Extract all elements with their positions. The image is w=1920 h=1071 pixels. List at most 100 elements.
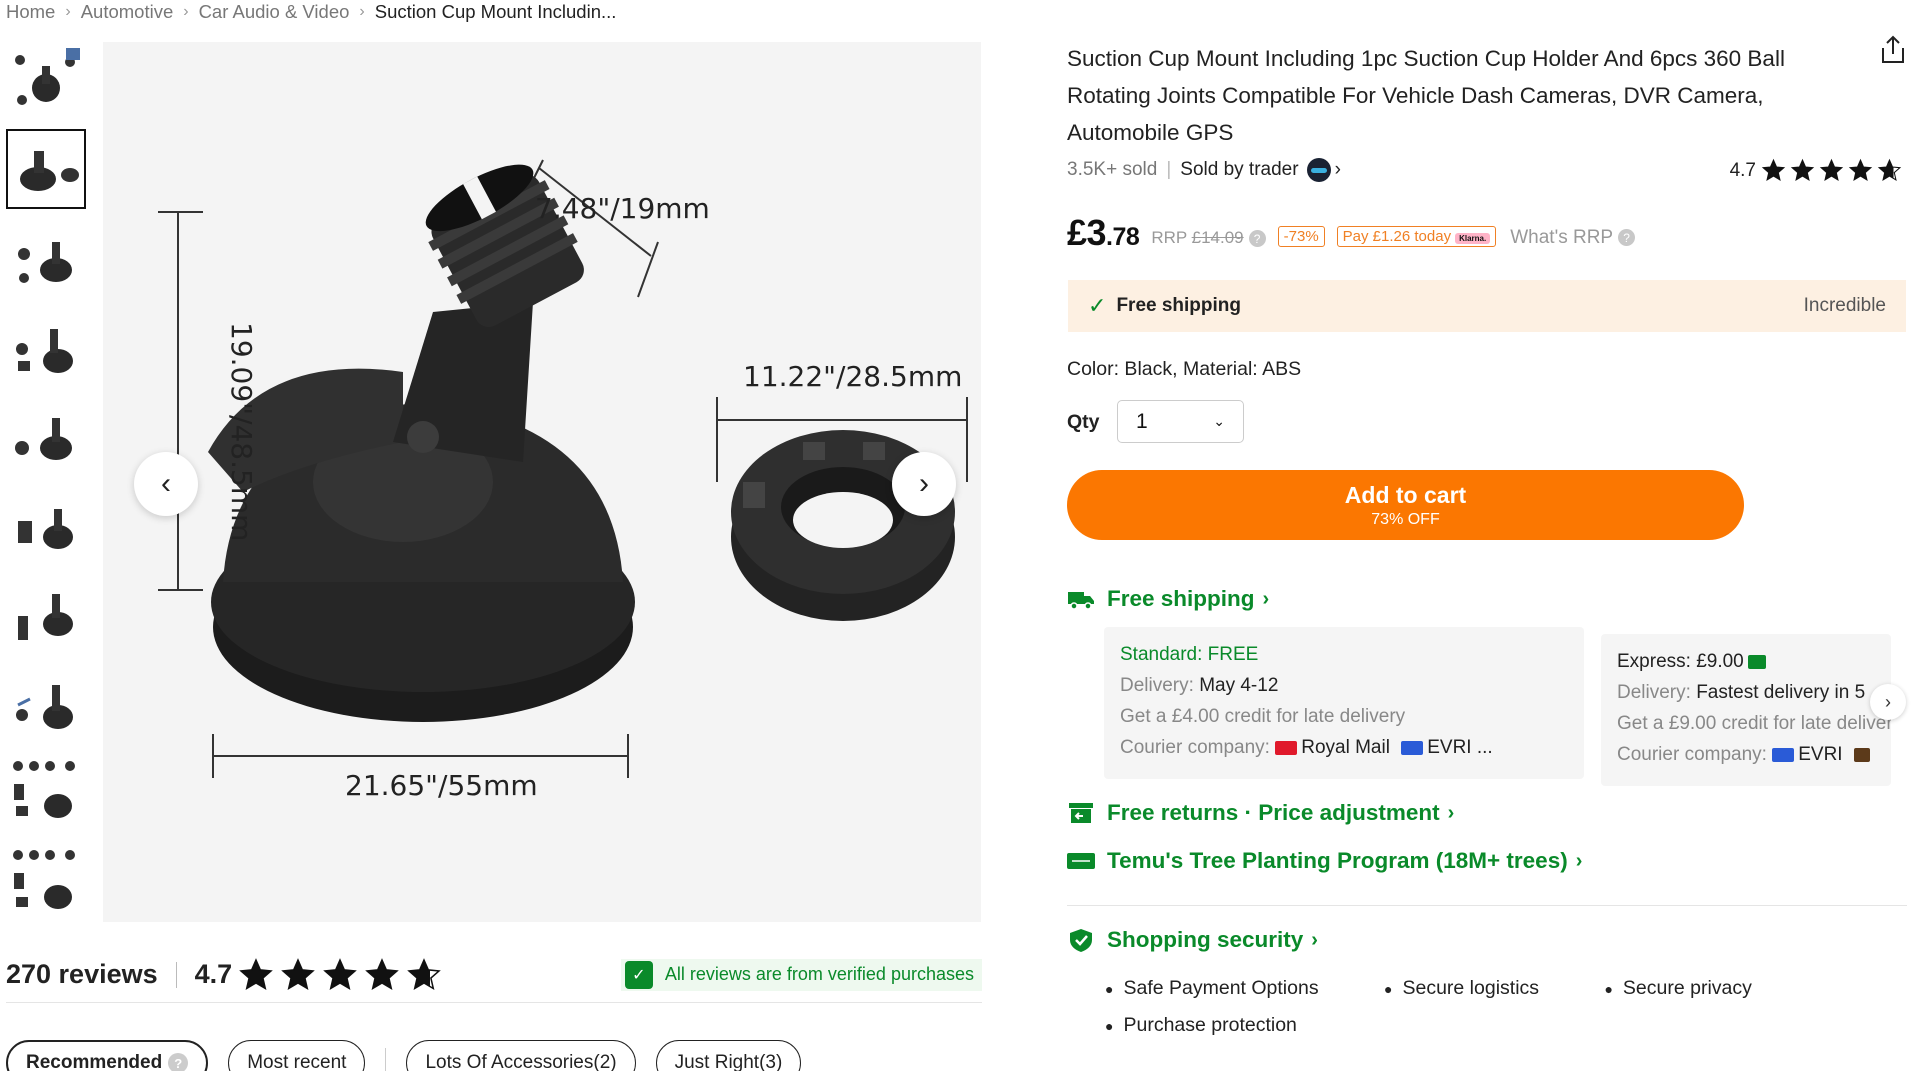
filter-label: Lots Of Accessories(2) [425, 1052, 617, 1071]
question-icon[interactable]: ? [1248, 230, 1266, 248]
qty-label: Qty [1067, 411, 1100, 433]
thumbnail-strip [6, 40, 86, 930]
next-shipping-option-button[interactable]: › [1870, 684, 1906, 720]
whats-rrp-link[interactable]: What's RRP? [1510, 227, 1636, 249]
chevron-right-icon: › [183, 3, 189, 20]
breadcrumb-car-audio[interactable]: Car Audio & Video [199, 1, 350, 23]
filter-lots-of-accessories[interactable]: Lots Of Accessories(2) [406, 1040, 636, 1071]
reviews-summary: 270 reviews 4.7 ✓ All reviews are from v… [6, 955, 982, 1003]
cart-sub-label: 73% OFF [1371, 510, 1440, 528]
standard-delivery: Delivery: May 4-12 [1120, 670, 1568, 701]
express-delivery: Delivery: Fastest delivery in 5 [1617, 677, 1875, 708]
filter-most-recent[interactable]: Most recent [228, 1040, 366, 1071]
shield-check-icon [1070, 929, 1092, 952]
product-rating[interactable]: 4.7 [1730, 158, 1902, 183]
filter-recommended[interactable]: Recommended? [6, 1040, 209, 1071]
star-icon [1819, 158, 1844, 181]
divider: | [1166, 159, 1172, 180]
courier-royal-mail: Royal Mail [1301, 737, 1390, 758]
check-icon: ✓ [1088, 293, 1107, 318]
klarna-logo: Klarna. [1455, 233, 1491, 244]
thumbnail[interactable] [6, 841, 86, 921]
next-image-button[interactable]: › [892, 452, 956, 516]
delivery-value: Fastest delivery in 5 [1696, 682, 1866, 703]
price-decimal: .78 [1106, 223, 1140, 251]
rrp-label: RRP [1151, 228, 1187, 247]
express-courier: Courier company: EVRI [1617, 739, 1875, 770]
quantity-select[interactable]: 1 ⌄ [1117, 400, 1244, 443]
dimension-label-top: 7.48"/19mm [535, 192, 710, 225]
star-icon [1848, 158, 1873, 181]
shopping-security-link[interactable]: Shopping security › [1067, 927, 1318, 953]
chevron-right-icon: › [359, 3, 365, 20]
express-credit: Get a £9.00 credit for late delivery [1617, 713, 1891, 734]
free-returns-link[interactable]: Free returns · Price adjustment › [1067, 800, 1454, 826]
thumbnail[interactable] [6, 574, 86, 654]
sold-count: 3.5K+ sold [1067, 159, 1158, 180]
product-main-image[interactable]: 7.48"/19mm 19.09"/48.5mm 21.65"/55mm 11.… [103, 42, 981, 922]
seller-avatar[interactable] [1306, 158, 1331, 182]
pay-today-text: Pay £1.26 today [1342, 228, 1452, 245]
klarna-badge[interactable]: Pay £1.26 today Klarna. [1336, 226, 1497, 247]
sales-seller-row: 3.5K+ sold | Sold by trader › [1067, 158, 1341, 182]
add-to-cart-button[interactable]: Add to cart 73% OFF [1067, 470, 1744, 540]
price-row: £3.78 RRP £14.09? -73% Pay £1.26 today Kl… [1067, 212, 1636, 254]
filter-just-right[interactable]: Just Right(3) [655, 1040, 802, 1071]
rating-value: 4.7 [1729, 159, 1756, 181]
ups-logo-icon [1853, 747, 1870, 762]
standard-courier: Courier company: Royal Mail EVRI ... [1120, 732, 1568, 763]
previous-image-button[interactable]: ‹ [134, 452, 198, 516]
standard-label: Standard: FREE [1120, 644, 1259, 665]
free-shipping-link[interactable]: Free shipping › [1067, 586, 1269, 612]
dimension-label-bottom: 21.65"/55mm [345, 769, 538, 802]
chevron-right-icon: › [65, 3, 71, 20]
security-item-label: Secure privacy [1622, 977, 1752, 999]
question-icon: ? [1618, 229, 1636, 247]
star-icon [281, 957, 315, 990]
delivery-label: Delivery: [1617, 682, 1697, 703]
star-icon [407, 957, 441, 990]
star-icon [239, 957, 273, 990]
thumbnail[interactable] [6, 218, 86, 298]
question-icon[interactable]: ? [168, 1053, 189, 1071]
share-icon[interactable] [1878, 34, 1908, 66]
shopping-security-text: Shopping security [1107, 927, 1304, 952]
courier-evri: EVRI [1798, 744, 1843, 765]
banner-label: Free shipping [1116, 295, 1242, 316]
star-icon [323, 957, 357, 990]
royal-mail-logo-icon [1275, 740, 1298, 755]
review-score: 4.7 [194, 959, 233, 989]
breadcrumb-home[interactable]: Home [6, 1, 55, 23]
rating-stars [1761, 158, 1902, 183]
security-item-label: Secure logistics [1402, 977, 1540, 999]
thumbnail[interactable] [6, 485, 86, 565]
express-label: Express: £9.00 [1617, 646, 1875, 677]
product-title: Suction Cup Mount Including 1pc Suction … [1067, 46, 1785, 145]
thumbnail[interactable] [6, 663, 86, 743]
delivery-value: May 4-12 [1199, 675, 1279, 696]
whats-rrp-text: What's RRP [1510, 227, 1614, 248]
rrp: RRP £14.09? [1151, 228, 1266, 248]
banner-right-text: Incredible [1803, 295, 1886, 316]
star-icon [365, 957, 399, 990]
divider [175, 961, 177, 988]
filter-label: Most recent [247, 1052, 347, 1071]
truck-icon [1068, 592, 1094, 610]
thumbnail[interactable] [6, 752, 86, 832]
security-item-label: Purchase protection [1123, 1013, 1297, 1036]
cart-main-label: Add to cart [1344, 481, 1467, 508]
chevron-down-icon: ⌄ [1213, 413, 1225, 429]
seller-link[interactable]: Sold by trader [1180, 159, 1298, 181]
thumbnail[interactable] [6, 396, 86, 476]
tree-planting-link[interactable]: Temu's Tree Planting Program (18M+ trees… [1067, 848, 1582, 874]
breadcrumb-automotive[interactable]: Automotive [81, 1, 174, 23]
thumbnail[interactable] [6, 307, 86, 387]
bullet: ● [1105, 980, 1114, 997]
bullet: ● [1604, 980, 1613, 997]
chevron-right-icon: › [1575, 849, 1583, 872]
thumbnail-active[interactable] [6, 129, 86, 209]
thumbnail[interactable] [6, 40, 86, 120]
review-count[interactable]: 270 reviews [6, 959, 158, 990]
security-item: ● Secure logistics [1384, 977, 1569, 999]
free-returns-text: Free returns · Price adjustment [1107, 800, 1440, 825]
